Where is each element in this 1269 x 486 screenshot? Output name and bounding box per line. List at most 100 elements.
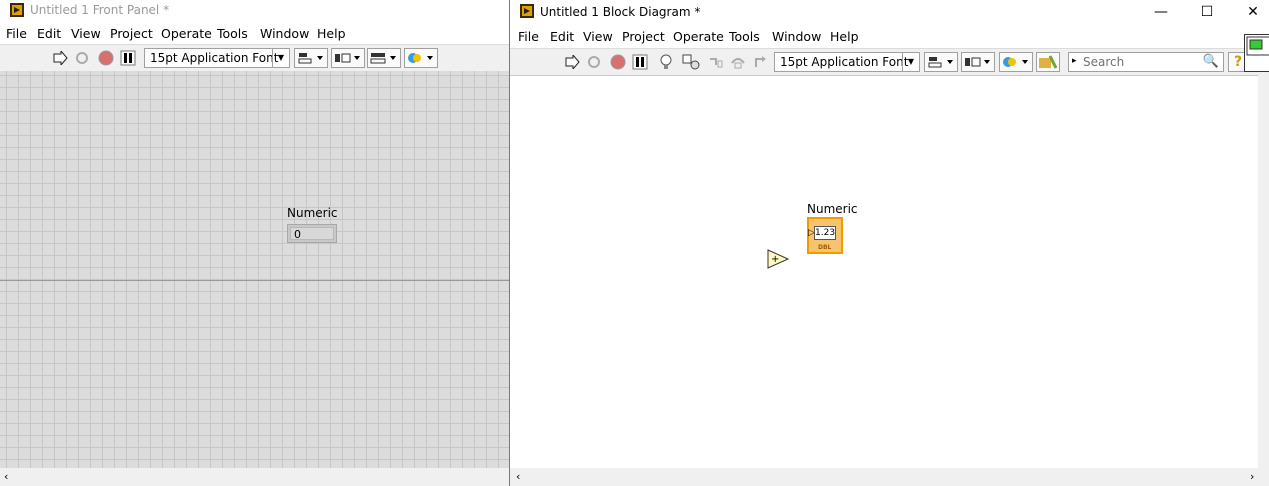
minimize-icon: — xyxy=(1154,4,1168,20)
numeric-terminal-label: Numeric xyxy=(807,202,858,216)
run-button[interactable] xyxy=(50,48,70,68)
vi-icon-graphic xyxy=(1246,36,1269,56)
run-continuously-icon xyxy=(76,52,88,64)
scroll-left-icon[interactable]: ‹ xyxy=(4,470,8,483)
origin-line xyxy=(0,280,510,281)
block-diagram-menubar: File Edit View Project Operate Tools Win… xyxy=(510,26,1269,46)
search-placeholder: Search xyxy=(1083,55,1125,69)
block-diagram-titlebar[interactable]: Untitled 1 Block Diagram * — ☐ ✕ xyxy=(510,0,1269,24)
terminal-type-badge: DBL xyxy=(818,244,832,251)
numeric-control-label: Numeric xyxy=(287,206,338,220)
block-diagram-vertical-scrollbar[interactable] xyxy=(1258,75,1269,468)
run-button[interactable] xyxy=(562,52,582,72)
menu-tools[interactable]: Tools xyxy=(217,26,248,41)
reorder-button[interactable] xyxy=(404,48,438,68)
block-diagram-window: Untitled 1 Block Diagram * — ☐ ✕ File Ed… xyxy=(509,0,1269,486)
maximize-icon: ☐ xyxy=(1200,4,1214,20)
menu-help[interactable]: Help xyxy=(830,29,859,44)
menu-view[interactable]: View xyxy=(71,26,101,41)
run-continuously-button[interactable] xyxy=(72,48,92,68)
search-input[interactable]: ▸ Search 🔍 xyxy=(1068,52,1224,72)
scroll-right-icon[interactable]: › xyxy=(1250,470,1254,483)
menu-edit[interactable]: Edit xyxy=(550,29,574,44)
menu-window[interactable]: Window xyxy=(772,29,821,44)
distribute-objects-icon xyxy=(335,53,360,63)
block-diagram-title: Untitled 1 Block Diagram * xyxy=(540,5,701,19)
step-out-button[interactable] xyxy=(750,52,770,72)
abort-button[interactable] xyxy=(96,48,116,68)
menu-edit[interactable]: Edit xyxy=(37,26,61,41)
labview-app-icon xyxy=(520,4,534,18)
help-question-icon: ? xyxy=(1233,54,1243,70)
reorder-icon xyxy=(1003,57,1028,67)
numeric-control-value[interactable]: 0 xyxy=(290,227,334,241)
numeric-control[interactable]: 0 xyxy=(287,224,337,243)
menu-file[interactable]: File xyxy=(6,26,27,41)
pause-icon xyxy=(120,50,136,66)
step-into-icon xyxy=(710,58,723,68)
align-objects-icon xyxy=(928,57,953,68)
align-objects-icon xyxy=(298,53,323,64)
front-panel-canvas[interactable] xyxy=(0,71,510,468)
menu-window[interactable]: Window xyxy=(260,26,309,41)
menu-operate[interactable]: Operate xyxy=(161,26,212,41)
abort-stop-icon xyxy=(610,54,626,70)
add-triangle-icon: + xyxy=(767,249,790,269)
add-function-node[interactable]: + xyxy=(766,248,790,275)
menu-project[interactable]: Project xyxy=(622,29,665,44)
menu-project[interactable]: Project xyxy=(110,26,153,41)
run-arrow-icon xyxy=(53,51,68,65)
pause-button[interactable] xyxy=(118,48,138,68)
menu-view[interactable]: View xyxy=(583,29,613,44)
maximize-button[interactable]: ☐ xyxy=(1184,0,1230,24)
search-expand-icon: ▸ xyxy=(1072,56,1077,66)
chevron-down-icon: ▼ xyxy=(272,49,289,67)
menu-operate[interactable]: Operate xyxy=(673,29,724,44)
scroll-left-icon[interactable]: ‹ xyxy=(516,470,520,483)
menu-file[interactable]: File xyxy=(518,29,539,44)
abort-button[interactable] xyxy=(608,52,628,72)
front-panel-horizontal-scrollbar[interactable]: ‹ xyxy=(0,468,510,486)
retain-wire-values-button[interactable] xyxy=(680,52,702,72)
run-arrow-icon xyxy=(565,55,580,69)
step-over-icon xyxy=(731,58,745,69)
align-objects-button[interactable] xyxy=(294,48,328,68)
numeric-terminal[interactable]: ▷ 1.23 DBL xyxy=(807,217,843,254)
reorder-icon xyxy=(408,53,433,63)
align-objects-button[interactable] xyxy=(924,52,958,72)
font-selector[interactable]: 15pt Application Font ▼ xyxy=(144,48,290,68)
step-out-icon xyxy=(755,56,766,67)
abort-stop-icon xyxy=(98,50,114,66)
close-button[interactable]: ✕ xyxy=(1230,0,1269,24)
run-continuously-icon xyxy=(588,56,600,68)
menu-tools[interactable]: Tools xyxy=(729,29,760,44)
chevron-down-icon: ▼ xyxy=(902,53,919,71)
labview-app-icon xyxy=(10,3,24,17)
menu-help[interactable]: Help xyxy=(317,26,346,41)
font-selector-value: 15pt Application Font xyxy=(780,55,909,69)
font-selector[interactable]: 15pt Application Font ▼ xyxy=(774,52,920,72)
pause-button[interactable] xyxy=(630,52,650,72)
clean-up-broom-icon xyxy=(1039,55,1058,69)
front-panel-menubar: File Edit View Project Operate Tools Win… xyxy=(0,23,510,43)
distribute-objects-button[interactable] xyxy=(961,52,995,72)
distribute-objects-button[interactable] xyxy=(331,48,365,68)
front-panel-titlebar[interactable]: Untitled 1 Front Panel * xyxy=(0,0,510,22)
distribute-objects-icon xyxy=(965,57,990,67)
probe-icon xyxy=(682,54,700,70)
block-diagram-horizontal-scrollbar[interactable]: ‹ › xyxy=(510,468,1269,486)
step-over-button[interactable] xyxy=(728,52,748,72)
search-icon[interactable]: 🔍 xyxy=(1203,54,1219,69)
highlight-execution-button[interactable] xyxy=(656,52,676,72)
vi-icon[interactable] xyxy=(1244,34,1269,72)
terminal-value: 1.23 xyxy=(814,226,836,240)
step-into-button[interactable] xyxy=(706,52,726,72)
lightbulb-icon xyxy=(660,54,672,69)
font-selector-value: 15pt Application Font xyxy=(150,51,279,65)
run-continuously-button[interactable] xyxy=(584,52,604,72)
reorder-button[interactable] xyxy=(999,52,1033,72)
clean-up-diagram-button[interactable] xyxy=(1036,52,1060,72)
minimize-button[interactable]: — xyxy=(1138,0,1184,24)
resize-objects-button[interactable] xyxy=(367,48,401,68)
block-diagram-toolbar: 15pt Application Font ▼ ▸ Search 🔍 ? xyxy=(510,48,1269,76)
